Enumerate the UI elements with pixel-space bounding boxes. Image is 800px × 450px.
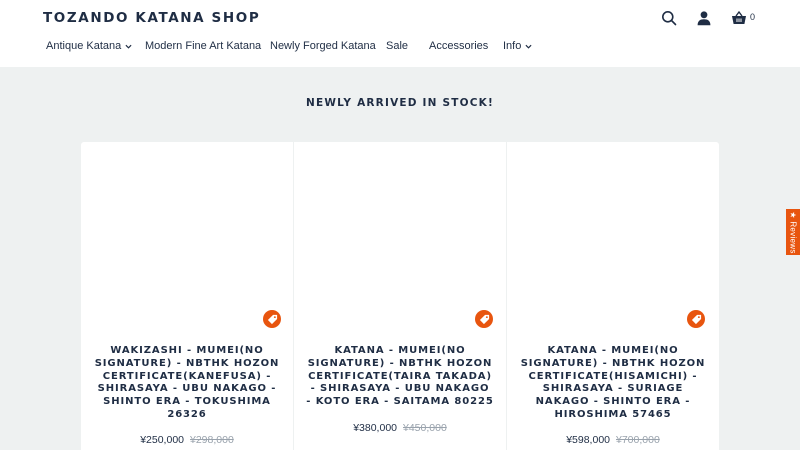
product-grid: WAKIZASHI - MUMEI(NO SIGNATURE) - NBTHK … — [81, 142, 719, 450]
nav-item-info[interactable]: Info — [503, 40, 532, 52]
cart-basket-icon[interactable] — [730, 9, 748, 27]
nav-item-antique-katana[interactable]: Antique Katana — [46, 40, 132, 52]
nav-item-sale[interactable]: Sale — [386, 40, 408, 52]
product-price: ¥598,000 — [566, 434, 610, 446]
price-row: ¥380,000 ¥450,000 — [294, 422, 506, 434]
product-compare-price: ¥700,000 — [616, 434, 660, 446]
product-title[interactable]: KATANA - MUMEI(NO SIGNATURE) - NBTHK HOZ… — [519, 345, 707, 422]
search-icon[interactable] — [660, 9, 678, 27]
product-price: ¥380,000 — [353, 422, 397, 434]
price-row: ¥598,000 ¥700,000 — [507, 434, 719, 446]
section-title: NEWLY ARRIVED IN STOCK! — [306, 97, 494, 109]
site-logo[interactable]: TOZANDO KATANA SHOP — [43, 10, 260, 26]
chevron-down-icon — [525, 44, 532, 49]
product-price: ¥250,000 — [140, 434, 184, 446]
main-navigation: Antique Katana Modern Fine Art Katana Ne… — [0, 40, 800, 58]
product-card[interactable]: KATANA - MUMEI(NO SIGNATURE) - NBTHK HOZ… — [294, 142, 506, 450]
price-row: ¥250,000 ¥298,000 — [81, 434, 293, 446]
nav-item-accessories[interactable]: Accessories — [429, 40, 488, 52]
nav-item-modern-fine-art-katana[interactable]: Modern Fine Art Katana — [145, 40, 261, 52]
sale-tag-icon[interactable] — [475, 310, 493, 328]
sale-tag-icon[interactable] — [687, 310, 705, 328]
nav-item-newly-forged-katana[interactable]: Newly Forged Katana — [270, 40, 376, 52]
site-header: TOZANDO KATANA SHOP 0 Antique Katana Mod… — [0, 0, 800, 67]
nav-item-label: Modern Fine Art Katana — [145, 40, 262, 52]
reviews-side-tab[interactable]: ★ Reviews — [786, 209, 800, 255]
cart-count-badge: 0 — [750, 12, 756, 22]
product-card[interactable]: KATANA - MUMEI(NO SIGNATURE) - NBTHK HOZ… — [507, 142, 719, 450]
nav-item-label: Antique Katana — [46, 40, 122, 52]
nav-item-label: Accessories — [429, 40, 489, 52]
product-title[interactable]: WAKIZASHI - MUMEI(NO SIGNATURE) - NBTHK … — [93, 345, 281, 422]
chevron-down-icon — [125, 44, 132, 49]
reviews-tab-label: Reviews — [788, 220, 798, 254]
nav-item-label: Sale — [386, 40, 409, 52]
product-compare-price: ¥450,000 — [403, 422, 447, 434]
account-icon[interactable] — [695, 9, 713, 27]
product-card[interactable]: WAKIZASHI - MUMEI(NO SIGNATURE) - NBTHK … — [81, 142, 293, 450]
nav-item-label: Info — [503, 40, 522, 52]
product-title[interactable]: KATANA - MUMEI(NO SIGNATURE) - NBTHK HOZ… — [306, 345, 494, 409]
star-icon: ★ — [788, 210, 798, 219]
sale-tag-icon[interactable] — [263, 310, 281, 328]
nav-item-label: Newly Forged Katana — [270, 40, 376, 52]
product-compare-price: ¥298,000 — [190, 434, 234, 446]
